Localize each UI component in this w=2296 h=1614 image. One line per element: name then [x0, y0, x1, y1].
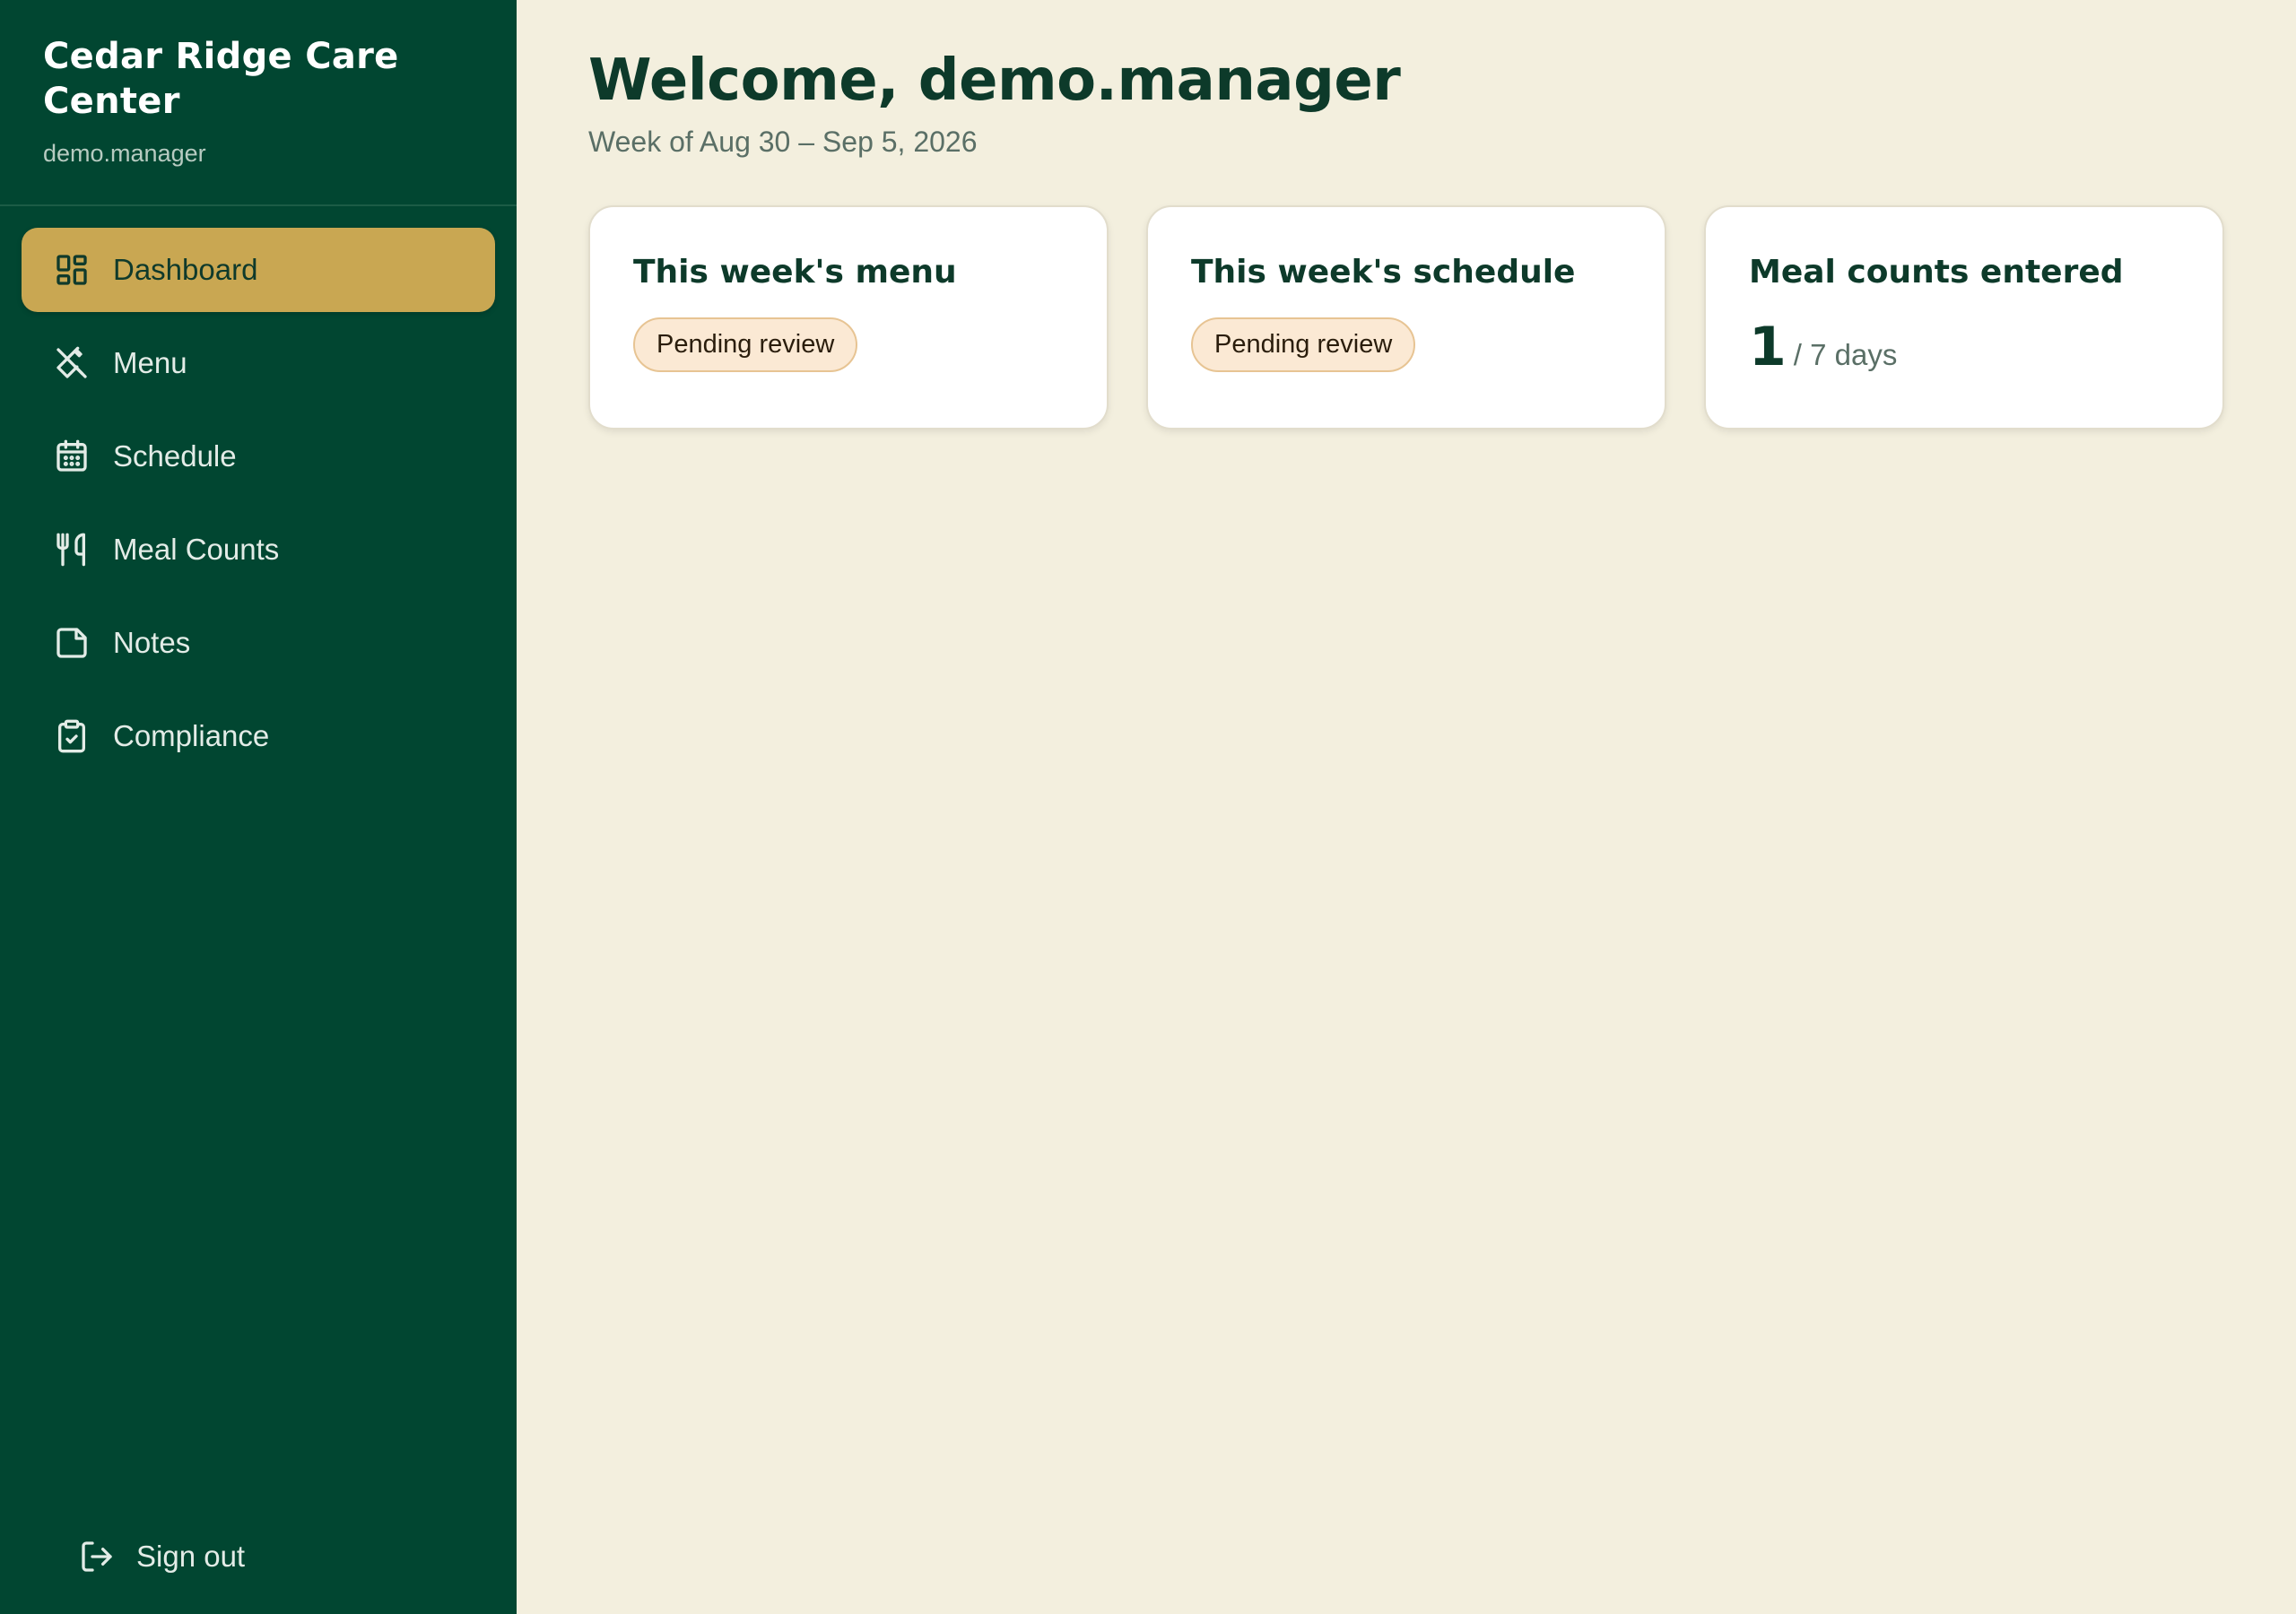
status-badge: Pending review: [633, 317, 858, 372]
schedule-status-card[interactable]: This week's schedule Pending review: [1146, 205, 1666, 430]
dashboard-icon: [52, 250, 91, 290]
app-shell: Cedar Ridge Care Center demo.manager Das…: [0, 0, 2296, 1614]
meal-count-suffix: / 7 days: [1793, 338, 1898, 371]
sidebar-item-label: Compliance: [113, 719, 270, 752]
card-title: Meal counts entered: [1749, 254, 2124, 291]
calendar-icon: [52, 437, 91, 476]
current-username: demo.manager: [43, 140, 206, 167]
sidebar-item-notes[interactable]: Notes: [22, 601, 495, 685]
sidebar-nav: Dashboard Menu Schedule Meal Counts Note…: [0, 206, 517, 809]
sidebar-item-label: Notes: [113, 626, 191, 659]
sidebar-item-label: Schedule: [113, 439, 237, 473]
summary-cards: This week's menu Pending review This wee…: [588, 205, 2224, 430]
sidebar-item-compliance[interactable]: Compliance: [22, 694, 495, 778]
sidebar-item-label: Meal Counts: [113, 533, 280, 566]
page-title: Welcome, demo.manager: [588, 48, 1401, 114]
menu-status-card[interactable]: This week's menu Pending review: [588, 205, 1109, 430]
clipboard-check-icon: [52, 716, 91, 756]
brand-header: Cedar Ridge Care Center demo.manager: [0, 0, 517, 206]
log-out-icon: [77, 1537, 117, 1576]
sidebar-item-dashboard[interactable]: Dashboard: [22, 228, 495, 312]
meal-count-row: 1 / 7 days: [1749, 316, 2179, 378]
card-title: This week's menu: [633, 254, 957, 291]
utensils-crossed-icon: [52, 343, 91, 383]
sidebar-item-label: Dashboard: [113, 253, 258, 286]
sign-out-label: Sign out: [136, 1540, 246, 1573]
meal-count-value: 1: [1749, 316, 1787, 378]
sticky-note-icon: [52, 623, 91, 663]
sidebar-item-label: Menu: [113, 346, 187, 379]
sidebar-item-schedule[interactable]: Schedule: [22, 414, 495, 499]
utensils-icon: [52, 530, 91, 569]
sidebar-item-menu[interactable]: Menu: [22, 321, 495, 405]
sidebar-item-meal-counts[interactable]: Meal Counts: [22, 508, 495, 592]
facility-name: Cedar Ridge Care Center: [43, 36, 399, 122]
card-title: This week's schedule: [1191, 254, 1576, 291]
meal-counts-card[interactable]: Meal counts entered 1 / 7 days: [1704, 205, 2224, 430]
sign-out-button[interactable]: Sign out: [77, 1537, 245, 1576]
main-content: Welcome, demo.manager Week of Aug 30 – S…: [517, 0, 2296, 1614]
sidebar: Cedar Ridge Care Center demo.manager Das…: [0, 0, 517, 1614]
status-badge: Pending review: [1191, 317, 1416, 372]
week-range: Week of Aug 30 – Sep 5, 2026: [588, 126, 978, 158]
